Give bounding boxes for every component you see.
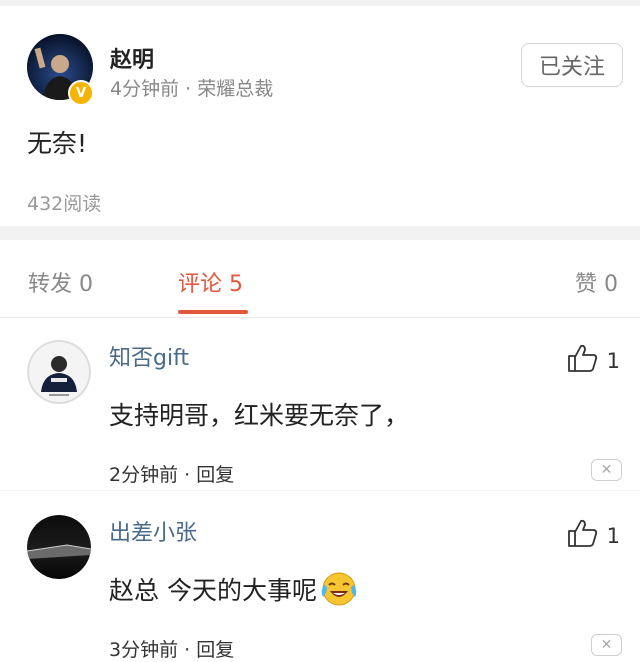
dismiss-button[interactable]: ✕ [591,459,622,481]
commenter-name[interactable]: 出差小张 [109,515,197,547]
tab-comments[interactable]: 评论 5 [178,266,243,298]
comment-time: 2分钟前 [109,464,179,486]
comment-like-button[interactable]: 1 [567,344,620,377]
dismiss-button[interactable]: ✕ [591,634,622,656]
meta-dot: · [185,78,192,100]
post-meta: 4分钟前 · 荣耀总裁 [110,74,273,101]
meta-dot: · [184,639,191,661]
tab-likes-label: 赞 [575,272,598,297]
tab-bar: 转发 0 评论 5 赞 0 [0,240,640,318]
close-icon: ✕ [600,637,613,653]
comment-item: 知否gift 1 支持明哥，红米要无奈了， 2分钟前 · 回复 ✕ [0,340,640,490]
meta-dot: · [184,464,191,486]
tab-likes[interactable]: 赞 0 [575,266,618,298]
comment-like-button[interactable]: 1 [567,519,620,552]
section-gap [0,226,640,240]
post-card: V 赵明 4分钟前 · 荣耀总裁 已关注 无奈! 432阅读 [0,6,640,232]
author-name[interactable]: 赵明 [110,42,154,74]
comment-text-content: 赵总 今天的大事呢 [109,576,317,605]
post-time: 4分钟前 [110,78,180,100]
comment-text-content: 支持明哥，红米要无奈了， [109,401,410,430]
comment-meta: 3分钟前 · 回复 [109,635,234,662]
read-count: 432阅读 [27,193,102,215]
thumbs-up-icon [567,344,599,377]
tab-comments-count: 5 [229,272,244,297]
tab-comments-label: 评论 [178,272,223,297]
post-text: 无奈! [27,129,88,158]
comment-item: 出差小张 1 赵总 今天的大事呢 3分钟前 · 回复 ✕ [0,515,640,662]
like-count: 1 [606,348,620,373]
commenter-avatar[interactable] [27,515,91,579]
author-title: 荣耀总裁 [197,78,274,100]
comment-text: 赵总 今天的大事呢 [109,571,359,607]
comment-meta: 2分钟前 · 回复 [109,460,234,487]
thumbs-up-icon [567,519,599,552]
follow-button[interactable]: 已关注 [521,43,623,87]
comment-text: 支持明哥，红米要无奈了， [109,396,409,432]
close-icon: ✕ [600,462,613,478]
commenter-avatar[interactable] [27,340,91,404]
comment-divider [0,490,640,491]
reply-link[interactable]: 回复 [196,639,234,661]
like-count: 1 [606,523,620,548]
tab-repost[interactable]: 转发 0 [28,266,93,298]
verified-badge-icon: V [68,80,94,106]
crying-laughing-emoji-icon [319,571,359,607]
reply-link[interactable]: 回复 [196,464,234,486]
comment-time: 3分钟前 [109,639,179,661]
tab-repost-label: 转发 [28,272,73,297]
tab-likes-count: 0 [604,272,619,297]
tab-repost-count: 0 [79,272,94,297]
commenter-name[interactable]: 知否gift [109,340,189,372]
active-tab-indicator [178,310,248,314]
